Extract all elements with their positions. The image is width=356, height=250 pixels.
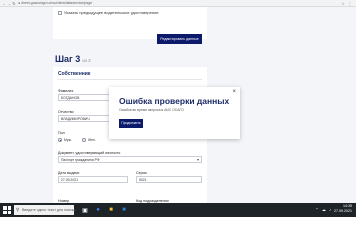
document-label: Документ, удостоверяющий личность	[58, 151, 121, 155]
page-content: Указать предыдущее водительское удостове…	[0, 7, 356, 203]
series-label: Серия	[136, 171, 147, 175]
issue-date-label: Дата выдачи	[58, 171, 80, 175]
browser-address-bar: ← → ↻ ● direct.gosuslugi.ru/mo/client/da…	[0, 0, 356, 7]
step-title-text: Шаг 3	[55, 54, 81, 64]
folder-icon[interactable]: ■	[106, 205, 116, 215]
task-view-icon[interactable]: ▣	[80, 205, 90, 215]
continue-button[interactable]: Продолжить	[119, 119, 143, 128]
tray-icons[interactable]: ⌃ ☁ ♪	[315, 207, 332, 212]
issue-date-field[interactable]: 27.09.2021	[58, 176, 128, 183]
error-dialog-message: Ошибка во время запроса в АИС ОСАГО	[119, 108, 184, 112]
divider	[58, 79, 202, 80]
surname-label: Фамилия	[58, 89, 74, 93]
clock[interactable]: 14:35 27.09.2021	[334, 204, 352, 214]
error-dialog: × Ошибка проверки данных Ошибка во время…	[109, 87, 240, 139]
browser-icon[interactable]: ●	[93, 205, 103, 215]
previous-license-label: Указать предыдущее водительское удостове…	[64, 10, 159, 15]
step-title: Шаг 3 из 3	[55, 54, 91, 64]
browser-menu-icons[interactable]: ☆ ⋮	[341, 1, 353, 6]
series-field[interactable]: 5021	[136, 176, 202, 183]
url-field[interactable]: ● direct.gosuslugi.ru/mo/client/dataserv…	[18, 1, 92, 6]
empty-area	[0, 217, 356, 250]
close-icon[interactable]: ×	[232, 89, 236, 96]
screen: ← → ↻ ● direct.gosuslugi.ru/mo/client/da…	[0, 0, 356, 250]
windows-taskbar: ⚲ Введите здесь текст для поиска ▣ ● ■ ■…	[0, 203, 356, 217]
edit-data-button[interactable]: Редактировать данные	[157, 34, 202, 44]
gender-male-radio[interactable]	[58, 138, 62, 142]
word-icon[interactable]: ■	[119, 205, 129, 215]
clock-date: 27.09.2021	[334, 209, 352, 213]
document-select[interactable]: Паспорт гражданина РФ ▾	[58, 156, 202, 163]
error-dialog-title: Ошибка проверки данных	[119, 96, 230, 106]
owner-card-title: Собственник	[58, 71, 91, 77]
gender-male-label: Муж.	[64, 138, 72, 142]
taskbar-search[interactable]: ⚲ Введите здесь текст для поиска	[14, 205, 76, 215]
taskbar-apps: ▣ ● ■ ■	[80, 205, 129, 215]
windows-start-icon[interactable]	[3, 206, 11, 214]
gender-label: Пол	[58, 131, 65, 135]
step-count: из 3	[82, 58, 91, 63]
document-select-value: Паспорт гражданина РФ	[61, 158, 100, 162]
search-icon: ⚲	[16, 207, 20, 212]
browser-nav-icons[interactable]: ← → ↻	[2, 1, 16, 6]
taskbar-search-placeholder: Введите здесь текст для поиска	[22, 208, 76, 212]
patronymic-label: Отчество	[58, 110, 74, 114]
gender-female-label: Жен.	[88, 138, 96, 142]
chevron-down-icon: ▾	[196, 157, 199, 162]
gender-female-radio[interactable]	[82, 138, 86, 142]
previous-license-checkbox[interactable]	[58, 11, 62, 15]
